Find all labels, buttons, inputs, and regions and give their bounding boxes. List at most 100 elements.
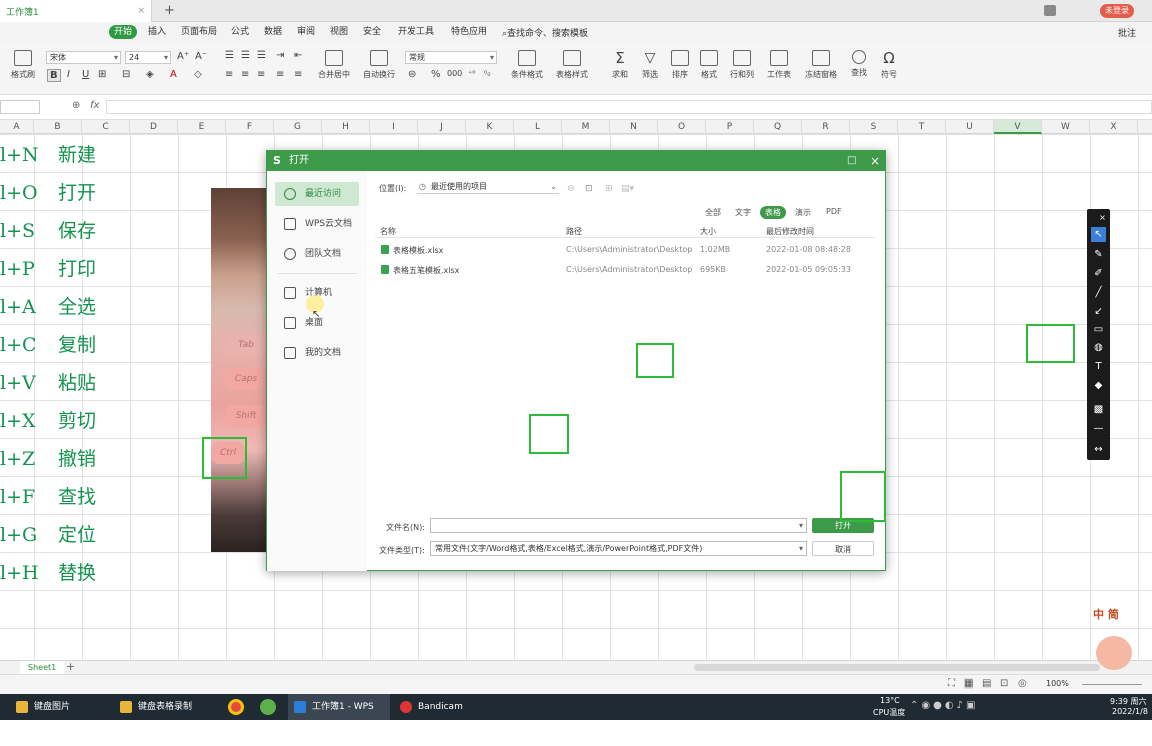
reading-mode-icon[interactable]: ◎ [1018,678,1027,689]
line-icon[interactable]: ╱ [1091,285,1106,300]
sidebar-item-cloud[interactable]: WPS云文档 [275,212,359,236]
menu-page-layout[interactable]: 页面布局 [176,25,222,39]
shortcut-label-cell[interactable]: 保存 [58,212,108,250]
column-header[interactable]: I [370,120,418,134]
browser-icon[interactable] [260,699,276,715]
zoom-find-icon[interactable]: ⊕ [72,100,80,111]
zoom-level[interactable]: 100% [1046,679,1069,688]
pointer-icon[interactable]: ↖ [1091,227,1106,242]
distribute-icon[interactable]: ≡ [294,69,302,80]
clear-icon[interactable]: ◇ [194,69,202,80]
italic-icon[interactable]: I [67,69,70,80]
shortcut-key-cell[interactable]: l+V [0,364,52,402]
align-top-icon[interactable]: ☰ [225,50,234,61]
justify-icon[interactable]: ≡ [276,69,284,80]
command-search[interactable]: ⌕查找命令、搜索模板 [502,26,588,39]
sheet-tab[interactable]: Sheet1 [20,661,65,674]
shortcut-key-cell[interactable]: l+G [0,516,52,554]
column-header[interactable]: J [418,120,466,134]
symbol-button[interactable]: Ω 符号 [876,50,902,80]
column-size[interactable]: 大小 [700,226,716,237]
column-path[interactable]: 路径 [566,226,582,237]
close-icon[interactable]: × [1095,210,1110,225]
collapse-icon[interactable]: ↔ [1091,442,1106,457]
formula-input[interactable] [106,100,1152,114]
column-modified[interactable]: 最后修改时间 [766,226,814,237]
taskbar-item-wps[interactable]: 工作簿1 - WPS 20... [288,694,390,738]
sidebar-item-recent[interactable]: 最近访问 [275,182,359,206]
taskbar-item-folder[interactable]: 键盘图片 [10,694,105,720]
filter-pdf[interactable]: PDF [821,206,847,217]
fx-icon[interactable]: fx [90,100,99,111]
font-size-select[interactable]: 24 [125,51,171,64]
shortcut-label-cell[interactable]: 新建 [58,136,108,174]
cancel-button[interactable]: 取消 [812,541,874,556]
column-header[interactable]: W [1042,120,1090,134]
thousands-icon[interactable]: 000 [447,69,462,78]
outdent-icon[interactable]: ⇤ [294,50,302,61]
bold-icon[interactable]: B [47,69,61,82]
horizontal-scrollbar[interactable] [694,664,1100,671]
align-left-icon[interactable]: ≡ [225,69,233,80]
document-tab[interactable]: 工作簿1 × [0,0,152,22]
name-box[interactable] [0,100,40,114]
page-break-icon[interactable]: ⊡ [1000,678,1008,689]
sidebar-item-team[interactable]: 团队文档 [275,242,359,266]
column-header[interactable]: U [946,120,994,134]
menu-security[interactable]: 安全 [358,25,386,39]
menu-formula[interactable]: 公式 [226,25,254,39]
font-color-icon[interactable]: A [170,69,177,80]
text-icon[interactable]: T [1091,359,1106,374]
filter-all[interactable]: 全部 [700,206,726,219]
marker-icon[interactable]: ✐ [1091,266,1106,281]
tray-icons[interactable]: ⌃◉●◐♪▣ [910,700,978,711]
filename-input[interactable] [430,518,807,533]
merge-cells-icon[interactable]: ⊟ [122,69,130,80]
shortcut-key-cell[interactable]: l+Z [0,440,52,478]
menu-view[interactable]: 视图 [325,25,353,39]
shortcut-key-cell[interactable]: l+A [0,288,52,326]
column-header[interactable]: P [706,120,754,134]
column-header[interactable]: R [802,120,850,134]
increase-decimal-icon[interactable]: ⁺⁰ [468,69,475,78]
close-tab-icon[interactable]: × [137,6,145,16]
sidebar-item-documents[interactable]: 我的文档 [275,341,359,365]
color-swatch-icon[interactable]: ▩ [1091,402,1106,417]
normal-view-icon[interactable]: ▦ [964,678,974,689]
grow-font-icon[interactable]: A⁺ [177,51,189,62]
filter-presentation[interactable]: 演示 [790,206,816,219]
shortcut-key-cell[interactable]: l+C [0,326,52,364]
shortcut-key-cell[interactable]: l+F [0,478,52,516]
taskbar-item-folder-2[interactable]: 键盘表格录制 [114,694,214,720]
shortcut-label-cell[interactable]: 定位 [58,516,108,554]
underline-icon[interactable]: U [82,69,89,80]
menu-features[interactable]: 特色应用 [446,25,492,39]
taskbar-item-bandicam[interactable]: Bandicam [394,694,474,720]
border-icon[interactable]: ⊞ [98,69,106,80]
indent-icon[interactable]: ⇥ [276,50,284,61]
number-format-select[interactable]: 常规 [405,51,497,64]
eraser-icon[interactable]: ◆ [1091,378,1106,393]
column-header[interactable]: T [898,120,946,134]
up-folder-icon[interactable]: ⊡ [585,184,593,194]
chrome-icon[interactable] [228,699,244,715]
close-dialog-icon[interactable]: × [870,151,880,171]
menu-home[interactable]: 开始 [109,25,138,39]
align-center-icon[interactable]: ≡ [241,69,249,80]
shortcut-label-cell[interactable]: 查找 [58,478,108,516]
new-tab-icon[interactable]: + [164,3,175,18]
window-count-icon[interactable] [1044,5,1056,16]
column-header[interactable]: B [34,120,82,134]
format-button[interactable]: 格式 [696,50,722,80]
wrap-text-button[interactable]: 自动换行 [360,50,398,80]
column-header[interactable]: C [82,120,130,134]
shortcut-key-cell[interactable]: l+P [0,250,52,288]
clock-time[interactable]: 9:39 周六 [1110,696,1147,707]
merge-center-button[interactable]: 合并居中 [314,50,354,80]
column-header[interactable]: K [466,120,514,134]
shortcut-key-cell[interactable]: l+S [0,212,52,250]
fill-color-icon[interactable]: ◈ [146,69,154,80]
filter-button[interactable]: ▽ 筛选 [637,50,663,80]
column-header[interactable]: O [658,120,706,134]
column-header[interactable]: Q [754,120,802,134]
